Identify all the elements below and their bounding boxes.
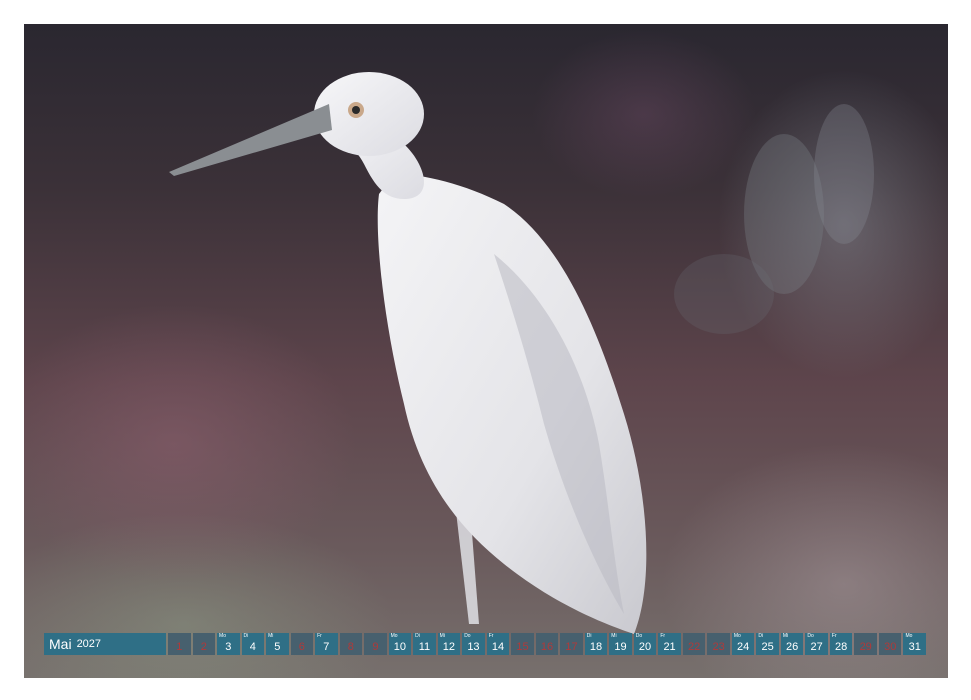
month-label: Mai 2027: [44, 633, 166, 655]
day-number: 13: [467, 641, 480, 653]
day-number: 29: [859, 641, 872, 653]
day-number: 2: [200, 641, 207, 653]
day-number: 9: [372, 641, 379, 653]
egret-illustration: [169, 72, 874, 634]
day-number: 8: [347, 641, 354, 653]
day-cell: 15: [511, 633, 534, 655]
day-cell: Di 4: [241, 633, 265, 655]
day-cell: 29: [854, 633, 877, 655]
day-number: 11: [418, 641, 431, 653]
day-cell: 1: [168, 633, 191, 655]
weekday-label: Mo: [390, 633, 398, 639]
day-cell: 8: [339, 633, 363, 655]
day-cell: Mi 19: [609, 633, 632, 655]
day-number: 3: [225, 641, 232, 653]
day-number: 24: [736, 641, 750, 653]
day-cell: 30: [878, 633, 902, 655]
weekday-label: Do: [464, 633, 471, 639]
day-cell: Di 18: [584, 633, 608, 655]
day-number: 10: [393, 641, 407, 653]
day-cell: 2: [192, 633, 216, 655]
day-cell: Do 20: [633, 633, 657, 655]
day-cell: 23: [707, 633, 730, 655]
day-number: 26: [786, 641, 799, 653]
day-number: 6: [298, 641, 305, 653]
month-name: Mai: [49, 636, 72, 652]
day-number: 14: [491, 641, 505, 653]
weekday-label: Di: [415, 633, 420, 639]
day-number: 15: [516, 641, 529, 653]
day-cell: Fr 7: [315, 633, 338, 655]
day-cell: Di 11: [413, 633, 436, 655]
weekday-label: Mi: [439, 633, 445, 639]
day-number: 17: [565, 641, 578, 653]
day-cell: Fr 28: [829, 633, 853, 655]
day-number: 1: [176, 641, 183, 653]
year-label: 2027: [76, 638, 102, 650]
egret-beak: [169, 104, 332, 176]
day-cell: Fr 21: [658, 633, 681, 655]
day-number: 20: [638, 641, 652, 653]
weekday-label: Di: [758, 633, 764, 639]
day-cell: Mo 3: [217, 633, 240, 655]
weekday-label: Mo: [733, 633, 741, 639]
day-number: 22: [687, 641, 701, 653]
weekday-label: Fr: [831, 633, 837, 639]
day-number: 4: [249, 641, 256, 653]
egret-head: [314, 72, 424, 156]
weekday-label: Fr: [660, 633, 666, 639]
day-cell: Mi 12: [437, 633, 461, 655]
weekday-label: Mi: [611, 633, 617, 639]
day-cell: Do 27: [805, 633, 828, 655]
day-number: 31: [908, 641, 921, 653]
weekday-label: Do: [635, 633, 643, 639]
day-number: 28: [835, 641, 848, 653]
leaf-shape: [674, 254, 774, 334]
day-number: 5: [274, 641, 281, 653]
day-cell: 22: [682, 633, 706, 655]
day-cell: Mo 31: [903, 633, 926, 655]
weekday-label: Mo: [219, 633, 226, 639]
day-number: 30: [884, 641, 897, 653]
weekday-label: Mo: [905, 633, 913, 639]
day-number: 7: [323, 641, 330, 653]
weekday-label: Fr: [488, 633, 494, 639]
weekday-label: Di: [243, 633, 249, 639]
weekday-label: Fr: [317, 633, 322, 639]
day-number: 23: [712, 641, 725, 653]
weekday-label: Mi: [782, 633, 789, 639]
day-cell: Do 13: [462, 633, 485, 655]
day-number: 12: [442, 641, 456, 653]
day-cell: Fr 14: [486, 633, 510, 655]
leaf-shape: [814, 104, 874, 244]
day-strip: 1 2 Mo 3 Di 4 Mi 5 6 Fr 7 8 9 Mo 10 Di 11 Mi 12 Do 13 Fr 14 15 1…: [168, 633, 926, 655]
day-cell: Mo 24: [731, 633, 755, 655]
day-cell: Mi 5: [266, 633, 289, 655]
day-cell: Mo 10: [388, 633, 412, 655]
day-cell: Di 25: [756, 633, 779, 655]
day-number: 19: [614, 641, 627, 653]
day-number: 18: [589, 641, 603, 653]
day-cell: 6: [290, 633, 314, 655]
day-number: 25: [761, 641, 774, 653]
weekday-label: Mi: [268, 633, 274, 639]
day-cell: Mi 26: [780, 633, 804, 655]
calendar-bar: Mai 2027 1 2 Mo 3 Di 4 Mi 5 6 Fr 7 8 9 Mo 10 Di 11 Mi 12 Do…: [44, 633, 926, 655]
egret-photo: [24, 24, 948, 678]
day-cell: 9: [364, 633, 387, 655]
weekday-label: Di: [586, 633, 592, 639]
day-number: 16: [540, 641, 554, 653]
day-cell: 16: [535, 633, 559, 655]
day-cell: 17: [560, 633, 583, 655]
egret-pupil: [352, 106, 360, 114]
day-number: 21: [663, 641, 676, 653]
weekday-label: Do: [807, 633, 814, 639]
day-number: 27: [810, 641, 823, 653]
